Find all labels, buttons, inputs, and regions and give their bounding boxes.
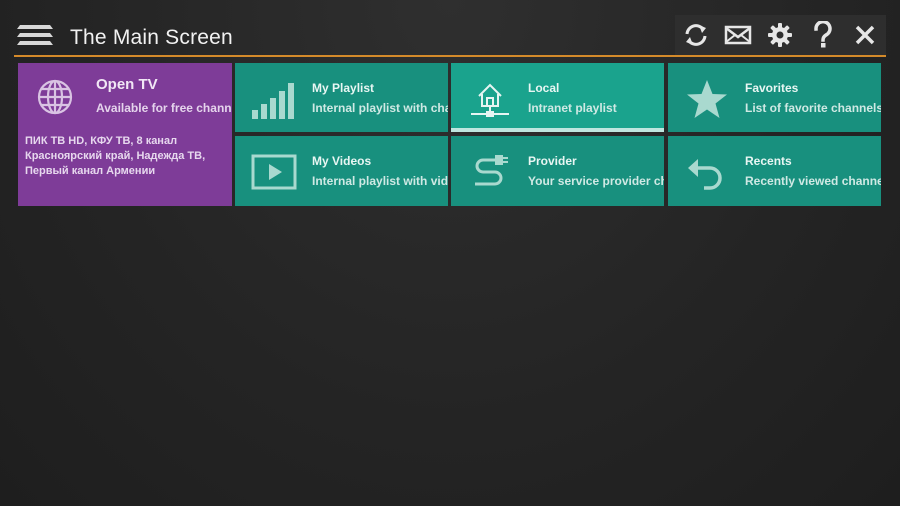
undo-icon (688, 159, 722, 190)
signal-bars-icon (252, 83, 294, 119)
tile-title: Recents (745, 154, 792, 168)
tile-subtitle: List of favorite channels (745, 101, 881, 115)
tile-subtitle: Recently viewed channels (745, 174, 881, 188)
header-bar: The Main Screen (0, 0, 900, 57)
refresh-icon (685, 24, 707, 46)
globe-icon (37, 79, 73, 115)
network-icon (471, 83, 509, 117)
play-icon (251, 154, 297, 190)
star-icon (687, 80, 727, 118)
tile-title: Provider (528, 154, 577, 168)
tile-my-playlist[interactable]: My Playlist Internal playlist with chann (235, 63, 448, 132)
toolbar (675, 15, 886, 55)
mail-button[interactable] (720, 17, 756, 53)
tile-favorites[interactable]: Favorites List of favorite channels (668, 63, 881, 132)
cable-icon (475, 155, 508, 186)
tile-title: Local (528, 81, 560, 95)
tile-provider[interactable]: Provider Your service provider chan (451, 136, 664, 206)
header-divider (14, 55, 886, 57)
page-title: The Main Screen (70, 26, 233, 49)
menu-icon[interactable] (16, 22, 54, 50)
close-icon (855, 25, 875, 45)
gear-icon (768, 23, 793, 47)
open-tv-title: Open TV (96, 76, 158, 93)
mail-icon (725, 25, 752, 45)
help-icon (813, 21, 832, 48)
settings-button[interactable] (762, 17, 798, 53)
tile-subtitle: Internal playlist with chann (312, 101, 448, 115)
refresh-button[interactable] (678, 17, 714, 53)
tile-recents[interactable]: Recents Recently viewed channels (668, 136, 881, 206)
tile-local[interactable]: Local Intranet playlist (451, 63, 664, 132)
tile-subtitle: Internal playlist with video (312, 174, 448, 188)
tile-my-videos[interactable]: My Videos Internal playlist with video (235, 136, 448, 206)
tile-subtitle: Your service provider chan (528, 174, 664, 188)
tile-open-tv[interactable]: Open TV Available for free channels ПИК … (18, 63, 232, 206)
open-tv-channels: ПИК ТВ HD, КФУ ТВ, 8 канал Красноярский … (25, 135, 206, 177)
tile-title: Favorites (745, 81, 799, 95)
selection-underline (451, 128, 664, 132)
open-tv-subtitle: Available for free channels (96, 101, 232, 115)
tile-title: My Videos (312, 154, 372, 168)
close-button[interactable] (847, 17, 883, 53)
tile-title: My Playlist (312, 81, 375, 95)
help-button[interactable] (805, 17, 841, 53)
tile-subtitle: Intranet playlist (528, 101, 617, 115)
